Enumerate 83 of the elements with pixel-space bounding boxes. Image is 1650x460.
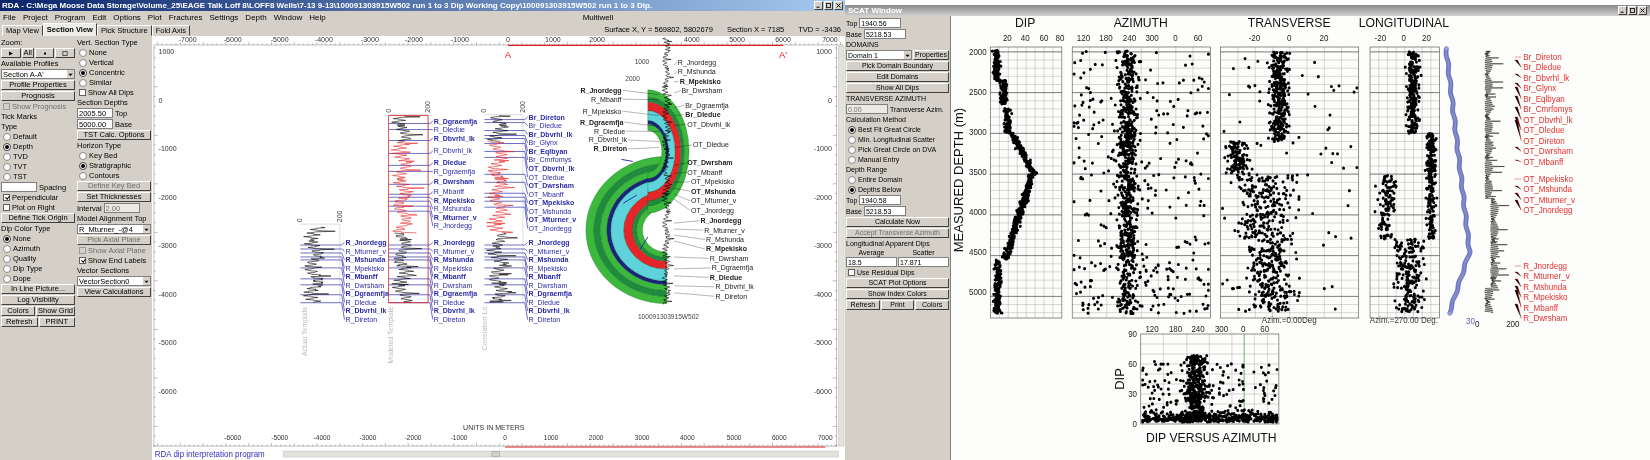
radio-icon[interactable] <box>3 244 11 253</box>
checkbox-icon[interactable] <box>3 194 10 201</box>
radio-icon[interactable] <box>3 172 11 181</box>
radio-icon[interactable] <box>79 48 87 57</box>
radio-icon[interactable] <box>848 135 856 144</box>
checkbox-icon[interactable] <box>3 204 10 211</box>
plot-title: DIP <box>1015 16 1036 31</box>
radio-icon[interactable] <box>79 68 87 77</box>
checkbox-icon[interactable] <box>79 257 86 264</box>
radio-icon[interactable] <box>79 151 87 160</box>
checkbox-icon[interactable] <box>848 269 855 276</box>
maximize-icon[interactable] <box>824 1 833 10</box>
square-button[interactable] <box>55 48 75 58</box>
formation-label: R_Mshunda <box>1523 281 1567 293</box>
section-marker: A' <box>779 48 788 60</box>
radio-icon[interactable] <box>3 132 11 141</box>
formation-label: R_Mturner_v <box>1523 271 1570 282</box>
formation-label: OT_Mpekisko <box>1523 173 1573 185</box>
section-marker: A <box>504 48 511 60</box>
maximize-icon[interactable] <box>1628 6 1637 15</box>
radio-icon[interactable] <box>3 274 11 283</box>
formation-label: OT_Dwrsham <box>1523 146 1573 157</box>
plot-title: DIP VERSUS AZIMUTH <box>1145 430 1277 446</box>
formation-label: OT_Dbvrhl_lk <box>1523 114 1573 126</box>
menu-item[interactable]: Window <box>273 12 303 22</box>
formation-label: OT_Direton <box>1523 135 1565 147</box>
radio-icon[interactable] <box>848 185 856 194</box>
radio-icon[interactable] <box>848 145 856 154</box>
formation-label: Br_Direton <box>1523 51 1562 63</box>
radio-icon[interactable] <box>848 175 856 184</box>
window-title: RDA - C:\Mega Moose Data Storage\Volume_25\EAGE Talk Loff 8\LOFF8 Wells\7-13 9-13\100091303915W502 run 1 to 3 Dip Working Copy\100091303915W502 run 1 to 3 Dip. <box>2 0 653 11</box>
axis-title: MEASURED DEPTH (m) <box>952 107 967 253</box>
menu-item[interactable]: Plot <box>147 12 162 22</box>
formation-label: Br_Cmrfomys <box>1523 104 1573 115</box>
formation-label: OT_Jnordegg <box>1523 205 1573 216</box>
radio-icon[interactable] <box>848 125 856 134</box>
radio-icon[interactable] <box>3 264 11 273</box>
axis-title: DIP <box>1113 368 1127 390</box>
menu-item[interactable]: Program <box>54 12 86 22</box>
checkbox-icon[interactable] <box>79 89 86 96</box>
menu-item[interactable]: Edit <box>92 12 107 22</box>
vertical-scrollbar[interactable] <box>838 45 845 447</box>
radio-icon[interactable] <box>3 152 11 161</box>
text-field[interactable] <box>1 182 37 192</box>
formation-label: OT_Mshunda <box>1523 184 1573 195</box>
menu-item[interactable]: Depth <box>245 12 267 22</box>
minimize-icon[interactable] <box>814 1 823 10</box>
menu-item[interactable]: Settings <box>209 12 239 22</box>
formation-label: R_Mpekisko <box>1523 292 1568 303</box>
menu-label: Multiwell <box>582 12 614 22</box>
menu-item[interactable]: Help <box>309 12 326 22</box>
plot-title: TRANSVERSE <box>1247 16 1331 31</box>
menu-item[interactable]: Project <box>22 12 48 22</box>
close-icon[interactable] <box>834 1 843 10</box>
radio-icon[interactable] <box>3 142 11 151</box>
radio-icon[interactable] <box>79 78 87 87</box>
dot-button[interactable] <box>34 48 55 58</box>
menu-item[interactable]: Options <box>113 12 141 22</box>
formation-label: OT_Dledue <box>1523 125 1565 136</box>
formation-label: R_Jnordegg <box>1523 260 1568 272</box>
menu-item[interactable]: File <box>3 12 16 22</box>
close-icon[interactable] <box>1638 6 1647 15</box>
plot-title: LONGITUDINAL <box>1358 16 1449 31</box>
radio-icon[interactable] <box>848 155 856 164</box>
formation-label: OT_Mturner_v <box>1523 194 1576 206</box>
radio-icon[interactable] <box>79 171 87 180</box>
formation-label: R_Dwrsham <box>1523 313 1568 324</box>
radio-icon[interactable] <box>3 254 11 263</box>
minimize-icon[interactable] <box>1618 6 1627 15</box>
formation-label: Br_Eqlbyan <box>1523 93 1565 105</box>
formation-label: Br_Dbvrhl_lk <box>1523 72 1570 84</box>
formation-label: Br_Glynx <box>1523 83 1557 94</box>
formation-label: Br_Dledue <box>1523 62 1562 73</box>
radio-icon[interactable] <box>3 234 11 243</box>
radio-icon[interactable] <box>79 161 87 170</box>
window-title: SCAT Window <box>848 6 903 15</box>
formation-label: OT_Mbanff <box>1523 156 1564 168</box>
formation-label: R_Mbanff <box>1523 302 1558 314</box>
plot-title: AZIMUTH <box>1113 16 1168 31</box>
radio-icon[interactable] <box>3 162 11 171</box>
radio-icon[interactable] <box>79 58 87 67</box>
horizontal-scrollbar[interactable] <box>283 450 839 458</box>
menu-item[interactable]: Fractures <box>168 12 203 22</box>
